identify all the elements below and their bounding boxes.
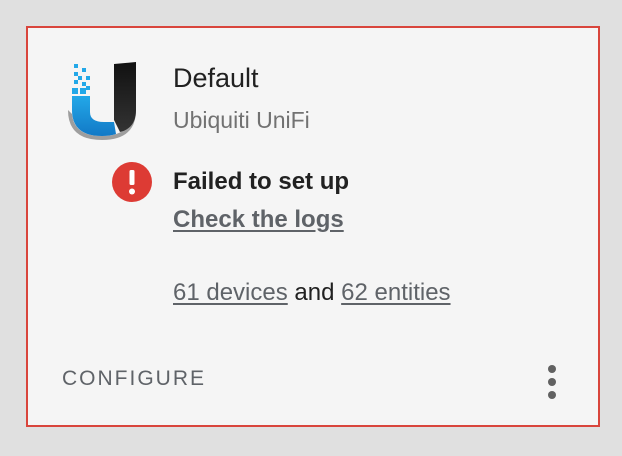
configure-button[interactable]: CONFIGURE <box>62 367 206 391</box>
devices-link[interactable]: 61 devices <box>173 279 288 306</box>
counts-connector: and <box>294 279 335 306</box>
integration-card: Default Ubiquiti UniFi Failed to set up … <box>26 26 600 427</box>
integration-title: Default <box>173 63 259 93</box>
error-exclamation-icon <box>112 162 152 202</box>
more-vertical-icon[interactable] <box>536 362 568 402</box>
device-entity-counts: 61 devices and 62 entities <box>173 279 451 307</box>
check-logs-link[interactable]: Check the logs <box>173 206 344 234</box>
integration-subtitle: Ubiquiti UniFi <box>173 107 310 133</box>
entities-link[interactable]: 62 entities <box>341 279 450 306</box>
ubiquiti-unifi-logo <box>68 62 136 140</box>
setup-error-message: Failed to set up <box>173 168 350 195</box>
